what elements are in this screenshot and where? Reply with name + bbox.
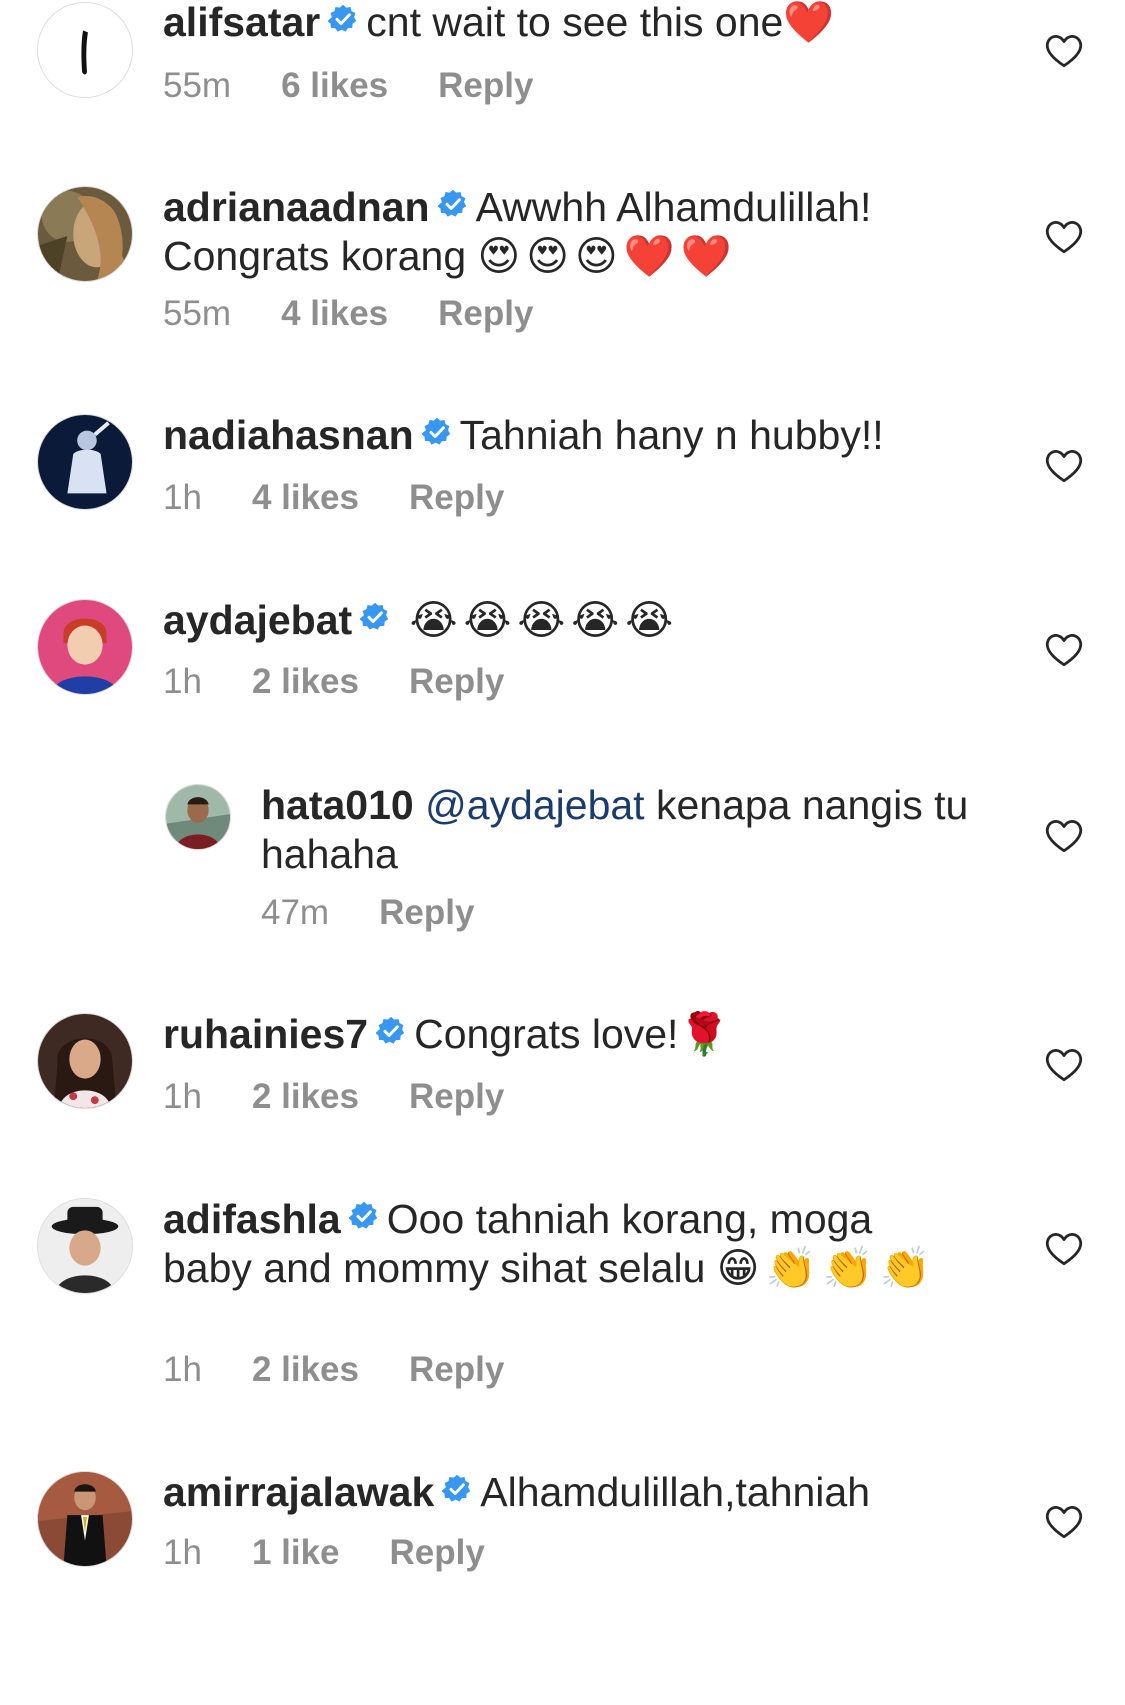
reply-button[interactable]: Reply	[390, 1533, 485, 1573]
avatar[interactable]	[37, 186, 133, 282]
verified-badge-icon	[360, 602, 390, 632]
heart-outline-icon[interactable]	[1044, 33, 1084, 69]
reply-button[interactable]: Reply	[438, 66, 533, 106]
comment-username[interactable]: aydajebat	[163, 597, 352, 643]
heart-outline-icon[interactable]	[1044, 632, 1084, 668]
comment-body: amirrajalawak Alhamdulillah,tahniah	[163, 1468, 943, 1517]
comment-username[interactable]: amirrajalawak	[163, 1469, 434, 1515]
comment-emoji: 😁👏👏👏	[716, 1245, 937, 1291]
verified-badge-icon	[328, 4, 358, 34]
heart-outline-icon[interactable]	[1044, 1504, 1084, 1540]
reply-button[interactable]: Reply	[409, 478, 504, 518]
comment-username[interactable]: adifashla	[163, 1196, 341, 1242]
avatar[interactable]	[37, 414, 133, 510]
comment-body: adifashla Ooo tahniah korang, moga baby a…	[163, 1195, 943, 1293]
comment-likes[interactable]: 6 likes	[281, 66, 388, 106]
comment-likes[interactable]: 1 like	[252, 1533, 340, 1573]
comment-emoji: 🌹	[678, 1011, 736, 1057]
comment-likes[interactable]: 2 likes	[252, 662, 359, 702]
avatar-ruhainies7-image	[38, 1014, 132, 1108]
avatar[interactable]	[37, 1013, 133, 1109]
avatar-alifsatar-image	[38, 3, 132, 97]
comment-emoji: 😍😍😍❤️❤️	[477, 233, 738, 279]
comment-time: 55m	[163, 66, 232, 105]
reply-button[interactable]: Reply	[379, 893, 474, 933]
comment-text: Congrats love!	[414, 1011, 679, 1057]
comment-text: cnt wait to see this one	[366, 0, 784, 45]
comment-meta: 1h 4 likes Reply	[163, 478, 554, 518]
heart-outline-icon[interactable]	[1044, 1231, 1084, 1267]
reply-button[interactable]: Reply	[409, 662, 504, 702]
reply-button[interactable]: Reply	[438, 294, 533, 334]
comment-time: 47m	[261, 893, 330, 932]
comment-username[interactable]: ruhainies7	[163, 1011, 368, 1057]
comment-likes[interactable]: 4 likes	[252, 478, 359, 518]
comment-meta: 1h 2 likes Reply	[163, 1350, 554, 1390]
comment-emoji: ❤️	[783, 0, 841, 45]
avatar[interactable]	[37, 1471, 133, 1567]
verified-badge-icon	[438, 189, 468, 219]
comment-body: alifsatar cnt wait to see this one❤️	[163, 0, 943, 47]
comment-text: Tahniah hany n hubby!!	[459, 412, 884, 458]
verified-badge-icon	[376, 1016, 406, 1046]
avatar[interactable]	[37, 599, 133, 695]
verified-badge-icon	[442, 1474, 472, 1504]
comment-username[interactable]: hata010	[261, 782, 414, 828]
comment-likes[interactable]: 2 likes	[252, 1077, 359, 1117]
avatar-aydajebat-image	[38, 600, 132, 694]
comment-username[interactable]: nadiahasnan	[163, 412, 414, 458]
avatar-hata010-image	[166, 785, 230, 849]
comment-time: 1h	[163, 478, 202, 517]
comment-likes[interactable]: 4 likes	[281, 294, 388, 334]
reply-button[interactable]: Reply	[409, 1077, 504, 1117]
comment-text: Alhamdulillah,tahniah	[480, 1469, 871, 1515]
comment-time: 1h	[163, 662, 202, 701]
avatar[interactable]	[165, 784, 231, 850]
comment-body: nadiahasnan Tahniah hany n hubby!!	[163, 411, 943, 460]
verified-badge-icon	[349, 1201, 379, 1231]
comment-meta: 1h 1 like Reply	[163, 1533, 535, 1573]
verified-badge-icon	[422, 417, 452, 447]
reply-button[interactable]: Reply	[409, 1350, 504, 1390]
comment-time: 55m	[163, 294, 232, 333]
comment-body: hata010 @aydajebat kenapa nangis tu haha…	[261, 781, 981, 879]
comment-body: adrianaadnan Awwhh Alhamdulillah! Congrat…	[163, 183, 943, 281]
avatar[interactable]	[37, 2, 133, 98]
comment-meta: 55m 4 likes Reply	[163, 294, 583, 334]
heart-outline-icon[interactable]	[1044, 818, 1084, 854]
heart-outline-icon[interactable]	[1044, 219, 1084, 255]
avatar-adifashla-image	[38, 1199, 132, 1293]
avatar-adrianaadnan-image	[38, 187, 132, 281]
comment-body: aydajebat 😭😭😭😭😭	[163, 596, 943, 645]
comment-meta: 55m 6 likes Reply	[163, 66, 583, 106]
heart-outline-icon[interactable]	[1044, 1047, 1084, 1083]
comment-time: 1h	[163, 1077, 202, 1116]
comment-meta: 1h 2 likes Reply	[163, 1077, 554, 1117]
comment-username[interactable]: adrianaadnan	[163, 184, 430, 230]
avatar-amirrajalawak-image	[38, 1472, 132, 1566]
heart-outline-icon[interactable]	[1044, 448, 1084, 484]
comment-meta: 47m Reply	[261, 893, 524, 933]
comment-time: 1h	[163, 1350, 202, 1389]
comment-emoji: 😭😭😭😭😭	[409, 597, 680, 643]
avatar-nadiahasnan-image	[38, 415, 132, 509]
mention-link[interactable]: @aydajebat	[425, 782, 644, 828]
comment-likes[interactable]: 2 likes	[252, 1350, 359, 1390]
comment-meta: 1h 2 likes Reply	[163, 662, 554, 702]
comment-time: 1h	[163, 1533, 202, 1572]
comment-username[interactable]: alifsatar	[163, 0, 320, 45]
comment-body: ruhainies7 Congrats love!🌹	[163, 1010, 943, 1059]
avatar[interactable]	[37, 1198, 133, 1294]
